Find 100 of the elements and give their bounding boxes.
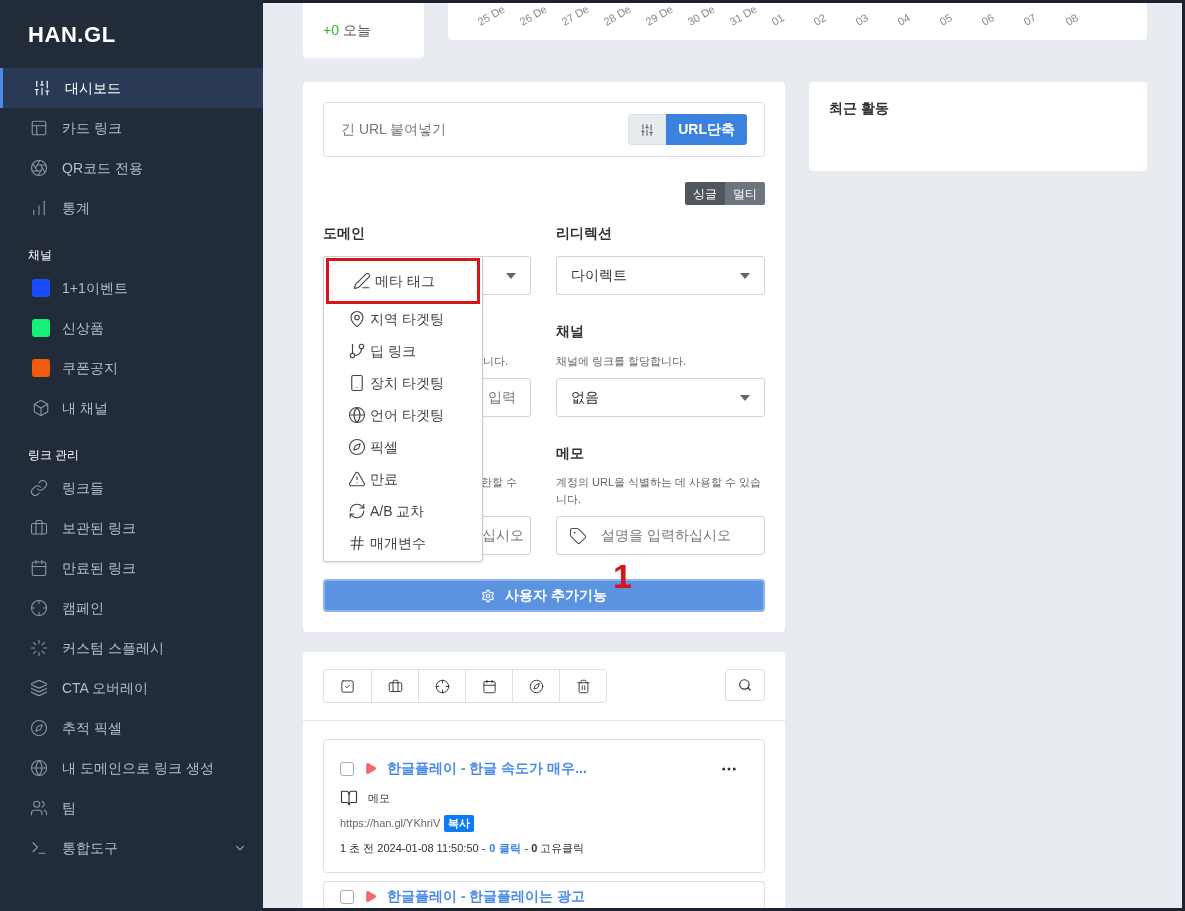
section-title: 채널	[28, 247, 52, 264]
sidebar-item[interactable]: 링크들	[0, 468, 263, 508]
sidebar-item[interactable]: 내 도메인으로 링크 생성	[0, 748, 263, 788]
sliders-icon	[640, 122, 655, 137]
options-button[interactable]	[628, 114, 667, 145]
users-icon	[30, 799, 48, 817]
menu-item[interactable]: 지역 타겟팅	[324, 303, 482, 335]
short-url[interactable]: https://han.gl/YKhriV	[340, 815, 441, 832]
checkbox[interactable]	[340, 761, 354, 776]
axis-label: 27 De	[558, 3, 592, 30]
axis-label: 28 De	[600, 3, 634, 30]
axis-label: 05	[936, 10, 956, 30]
select-field[interactable]: 없음	[556, 378, 765, 417]
play-icon	[364, 890, 377, 903]
layers-icon	[30, 679, 48, 697]
logo: HAN.GL	[28, 21, 116, 49]
stats-delta: +0	[323, 21, 339, 40]
link-icon	[30, 479, 48, 497]
field-label: 도메인	[323, 224, 365, 243]
field-description: 니다.	[483, 354, 510, 369]
loader-icon	[30, 639, 48, 657]
caret-icon	[506, 272, 516, 279]
channel-item[interactable]: 1+1이벤트	[0, 268, 263, 308]
channel-item[interactable]: 신상품	[0, 308, 263, 348]
compass-icon	[30, 719, 48, 737]
menu-item[interactable]: 픽셀	[324, 431, 482, 463]
sidebar-item[interactable]: 만료된 링크	[0, 548, 263, 588]
hash-icon	[348, 534, 366, 552]
axis-label: 04	[894, 10, 914, 30]
refresh-icon	[348, 502, 366, 520]
axis-label: 08	[1062, 10, 1082, 30]
field-label: 채널	[556, 322, 584, 341]
sidebar-item[interactable]: 보관된 링크	[0, 508, 263, 548]
sidebar-item[interactable]: 팀	[0, 788, 263, 828]
trash-icon	[575, 678, 591, 694]
unique-click-count: - 0 고유클릭	[524, 840, 585, 856]
play-icon	[364, 762, 377, 775]
card-title: 최근 활동	[829, 100, 889, 116]
sidebar-item[interactable]: 캠페인	[0, 588, 263, 628]
shorten-button[interactable]: URL단축	[666, 114, 747, 145]
calendar-icon	[30, 559, 48, 577]
sidebar-item[interactable]: QR코드 전용	[0, 148, 263, 188]
field-label: 메모	[556, 444, 584, 463]
menu-item[interactable]: 만료	[324, 463, 482, 495]
terminal-icon	[30, 839, 48, 857]
axis-label: 25 De	[474, 3, 508, 30]
branch-icon	[348, 342, 366, 360]
axis-label: 26 De	[516, 3, 550, 30]
axis-label: 07	[1020, 10, 1040, 30]
mode-tab[interactable]: 멀티	[725, 182, 765, 205]
url-input-box[interactable]: 긴 URL 붙여넣기 URL단축	[323, 102, 765, 157]
field-description: 채널에 링크를 할당합니다.	[556, 354, 688, 369]
axis-label: 01	[768, 10, 788, 30]
warning-icon	[348, 470, 366, 488]
sidebar-item[interactable]: 추적 픽셀	[0, 708, 263, 748]
select-field[interactable]: 다이렉트	[556, 256, 765, 295]
axis-label: 29 De	[642, 3, 676, 30]
axis-label: 06	[978, 10, 998, 30]
menu-item[interactable]: 딥 링크	[324, 335, 482, 367]
globe-icon	[348, 406, 366, 424]
menu-item[interactable]: 장치 타겟팅	[324, 367, 482, 399]
sidebar-item[interactable]: 통계	[0, 188, 263, 228]
search-button[interactable]	[725, 669, 765, 701]
checkbox[interactable]	[340, 889, 354, 904]
field-description: 계정의 URL을 식별하는 데 사용할 수 있습니다.	[556, 475, 763, 507]
field-description: 한할 수	[481, 475, 519, 490]
menu-item[interactable]: 매개변수	[324, 527, 482, 559]
search-icon	[738, 678, 752, 692]
memo-input[interactable]: 설명을 입력하십시오	[556, 516, 765, 555]
sidebar-item[interactable]: 커스텀 스플레시	[0, 628, 263, 668]
crosshair-icon	[30, 599, 48, 617]
briefcase-icon	[387, 678, 403, 694]
phone-icon	[348, 374, 366, 392]
channel-item[interactable]: 내 채널	[0, 388, 263, 428]
section-title: 링크 관리	[28, 447, 80, 464]
briefcase-icon	[30, 519, 48, 537]
menu-item[interactable]: 메타 태그	[329, 261, 477, 301]
map-pin-icon	[348, 310, 366, 328]
channel-item[interactable]: 쿠폰공지	[0, 348, 263, 388]
sidebar-item[interactable]: 대시보드	[0, 68, 263, 108]
link-timestamp: 1 초 전 2024-01-08 11:50:50 -	[340, 840, 486, 856]
checkbox-icon	[340, 678, 355, 694]
sidebar-item[interactable]: 카드 링크	[0, 108, 263, 148]
axis-label: 02	[810, 10, 830, 30]
field-label: 리디렉션	[556, 224, 612, 243]
copy-badge[interactable]: 복사	[444, 815, 475, 832]
axis-label: 31 De	[726, 3, 760, 30]
mode-tab[interactable]: 싱글	[685, 182, 725, 205]
menu-item[interactable]: A/B 교차	[324, 495, 482, 527]
layout-icon	[30, 119, 48, 137]
caret-icon	[740, 272, 750, 279]
sidebar-item[interactable]: CTA 오버레이	[0, 668, 263, 708]
compass-icon	[348, 438, 366, 456]
pencil-icon	[353, 272, 371, 290]
click-count[interactable]: 0 클릭	[489, 839, 521, 856]
menu-item[interactable]: 언어 타겟팅	[324, 399, 482, 431]
sidebar-item[interactable]: 통합도구	[0, 828, 263, 868]
axis-label: 30 De	[684, 3, 718, 30]
compass-icon	[528, 678, 544, 694]
stats-label: 오늘	[342, 21, 371, 40]
